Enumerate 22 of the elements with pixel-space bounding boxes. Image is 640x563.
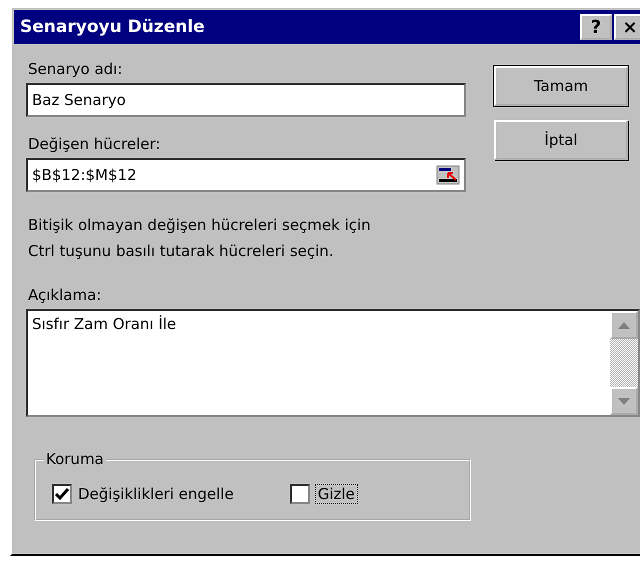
field-label: Senaryo adı: [28, 60, 124, 78]
collapse-dialog-icon[interactable] [436, 165, 460, 185]
close-button[interactable]: × [614, 14, 640, 40]
input-field[interactable]: $B$12:$M$12 [26, 158, 466, 192]
checkbox[interactable] [52, 484, 72, 504]
down-arrow-icon [618, 398, 630, 404]
field-label: Açıklama: [28, 286, 102, 304]
help-button[interactable]: ? [580, 14, 612, 40]
checkbox-label[interactable]: Değişiklikleri engelle [78, 485, 234, 503]
field-label: Değişen hücreler: [28, 135, 162, 153]
checkbox[interactable] [290, 484, 310, 504]
scrollbar[interactable] [610, 311, 638, 415]
ok-button[interactable]: Tamam [494, 66, 628, 106]
comment-field[interactable]: Sısfır Zam Oranı İle [26, 309, 640, 417]
checkbox-label[interactable]: Gizle [316, 485, 357, 503]
check-icon [55, 488, 69, 500]
input-field[interactable]: Baz Senaryo [26, 83, 466, 117]
hint-text: Bitişik olmayan değişen hücreleri seçmek için [28, 215, 372, 236]
window-title: Senaryoyu Düzenle [20, 17, 206, 37]
up-arrow-icon [618, 322, 630, 328]
hint-text: Ctrl tuşunu basılı tutarak hücreleri seçin. [28, 241, 335, 262]
cancel-button[interactable]: İptal [494, 120, 628, 160]
